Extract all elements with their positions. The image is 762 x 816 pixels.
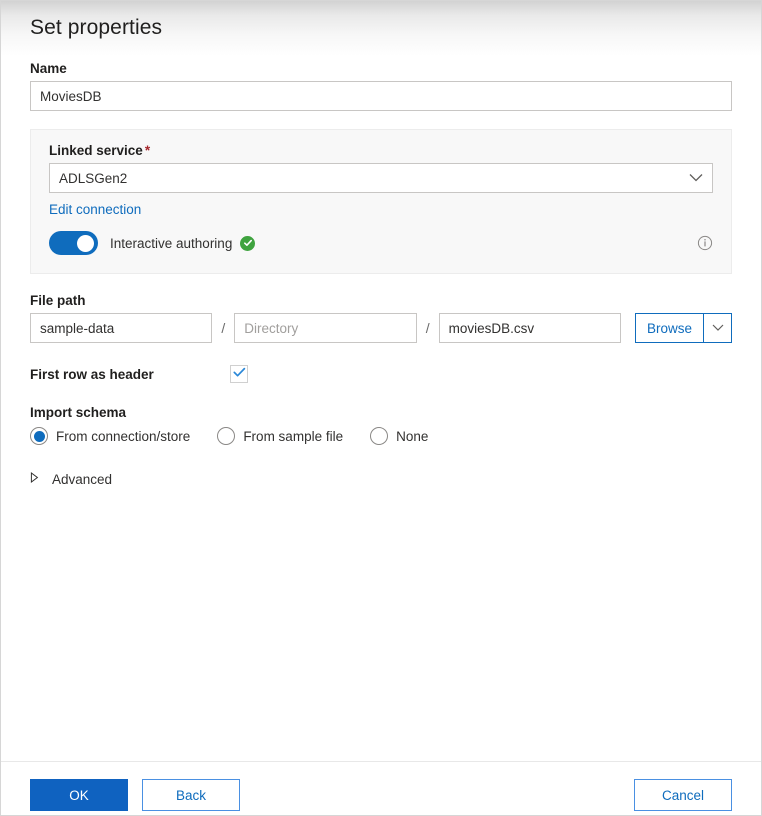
file-path-row: / / Browse	[30, 313, 732, 343]
import-schema-option-label: From sample file	[243, 429, 343, 444]
file-path-container-wrapper	[30, 313, 212, 343]
name-label: Name	[30, 61, 732, 76]
radio-button[interactable]	[217, 427, 235, 445]
linked-service-label-text: Linked service	[49, 143, 143, 158]
import-schema-label: Import schema	[30, 405, 732, 420]
file-path-container-input[interactable]	[30, 313, 212, 343]
import-schema-option-label: From connection/store	[56, 429, 190, 444]
chevron-down-icon	[712, 319, 724, 337]
set-properties-dialog: Set properties Name Linked service* Edit…	[0, 0, 762, 816]
linked-service-label: Linked service*	[49, 143, 713, 158]
name-field-group: Name	[30, 61, 732, 111]
file-path-file-wrapper	[439, 313, 621, 343]
info-circle-icon[interactable]	[697, 235, 713, 251]
dialog-content: Set properties Name Linked service* Edit…	[1, 1, 761, 488]
required-asterisk: *	[145, 143, 150, 158]
interactive-authoring-label: Interactive authoring	[110, 236, 232, 251]
import-schema-option-label: None	[396, 429, 428, 444]
file-path-label: File path	[30, 293, 732, 308]
cancel-button[interactable]: Cancel	[634, 779, 732, 811]
linked-service-select-wrapper[interactable]	[49, 163, 713, 193]
checkmark-icon	[233, 365, 246, 383]
file-path-directory-wrapper	[234, 313, 416, 343]
file-path-separator-2: /	[417, 320, 439, 336]
advanced-expander[interactable]: Advanced	[30, 470, 150, 488]
ok-button[interactable]: OK	[30, 779, 128, 811]
dialog-footer: OK Back Cancel	[1, 762, 761, 815]
radio-button[interactable]	[370, 427, 388, 445]
first-row-as-header-label: First row as header	[30, 367, 230, 382]
page-title: Set properties	[30, 1, 732, 40]
import-schema-option-none[interactable]: None	[370, 427, 428, 445]
import-schema-option-from-sample-file[interactable]: From sample file	[217, 427, 343, 445]
interactive-authoring-toggle[interactable]	[49, 231, 98, 255]
radio-button-selected[interactable]	[30, 427, 48, 445]
triangle-right-icon	[30, 470, 39, 488]
radio-dot	[34, 431, 45, 442]
file-path-file-input[interactable]	[439, 313, 621, 343]
file-path-separator-1: /	[212, 320, 234, 336]
browse-button[interactable]: Browse	[635, 313, 732, 343]
interactive-authoring-row: Interactive authoring	[49, 231, 713, 255]
name-input[interactable]	[30, 81, 732, 111]
green-check-circle-icon	[240, 236, 255, 251]
first-row-as-header-checkbox[interactable]	[230, 365, 248, 383]
linked-service-panel: Linked service* Edit connection Interact…	[30, 129, 732, 274]
advanced-label: Advanced	[52, 472, 112, 487]
toggle-knob	[77, 235, 94, 252]
back-button[interactable]: Back	[142, 779, 240, 811]
browse-button-label: Browse	[636, 314, 703, 342]
browse-dropdown-toggle[interactable]	[703, 314, 731, 342]
file-path-group: File path / / Browse	[30, 293, 732, 343]
linked-service-select[interactable]	[49, 163, 713, 193]
edit-connection-link[interactable]: Edit connection	[49, 202, 141, 217]
import-schema-option-from-connection-store[interactable]: From connection/store	[30, 427, 190, 445]
import-schema-group: Import schema From connection/store From…	[30, 405, 732, 445]
import-schema-radio-row: From connection/store From sample file N…	[30, 427, 732, 445]
file-path-directory-input[interactable]	[234, 313, 416, 343]
first-row-as-header-row: First row as header	[30, 365, 732, 383]
